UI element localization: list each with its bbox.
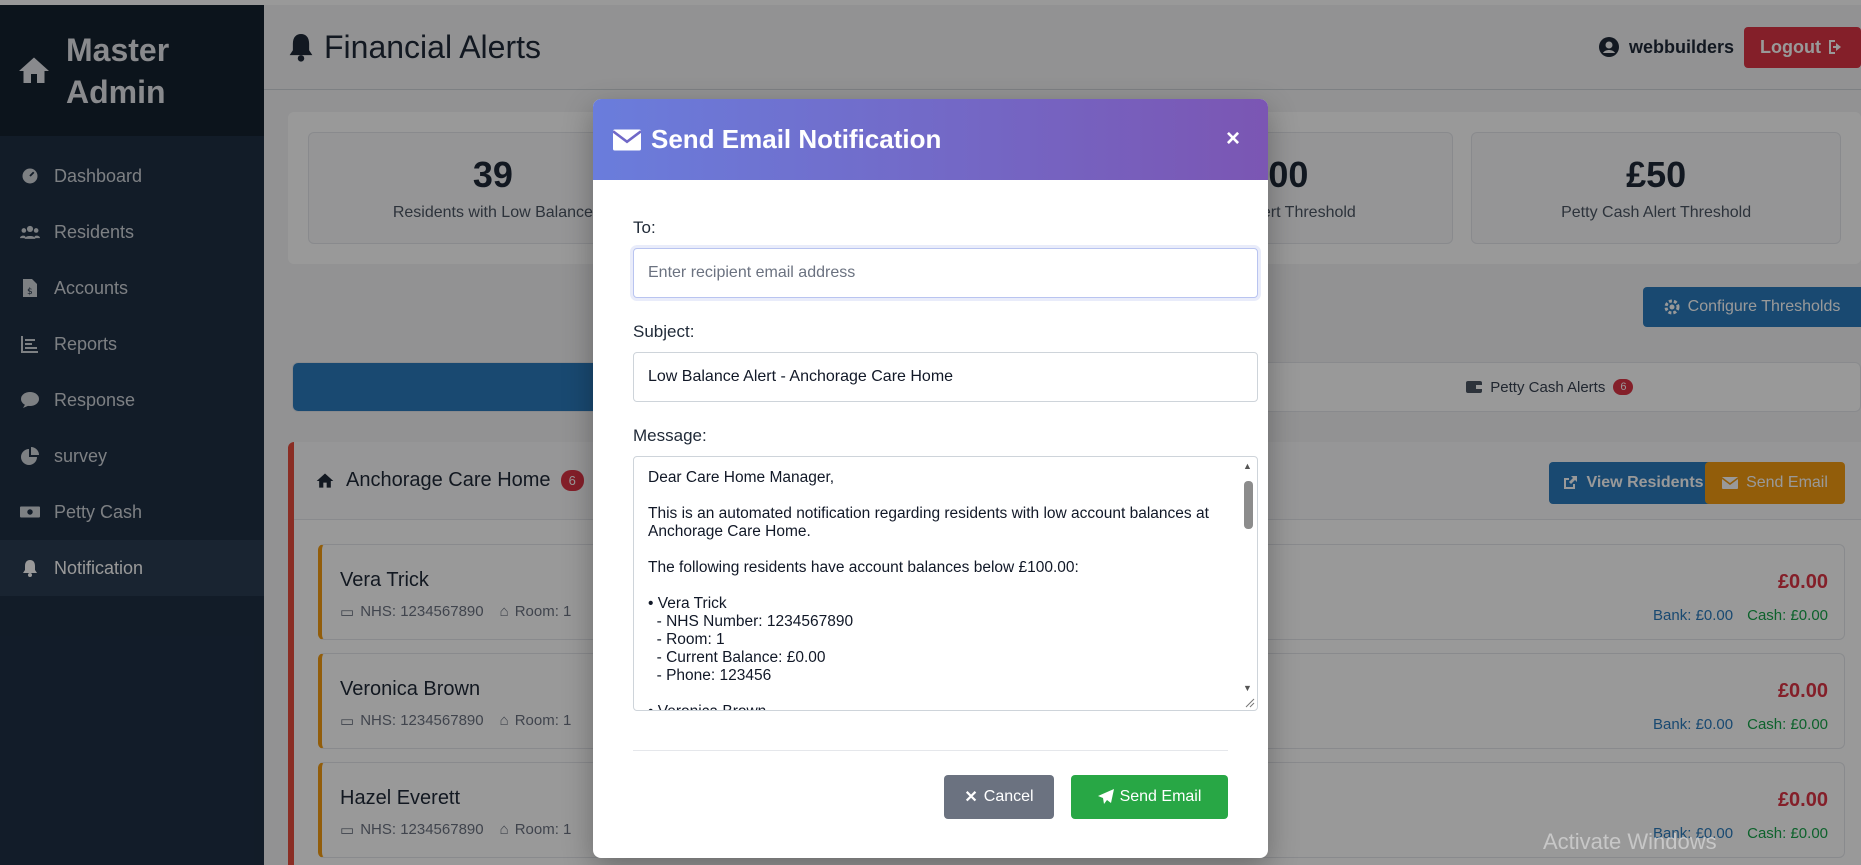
modal-body: To: Subject: Message: Dear Care Home Man…	[593, 180, 1268, 711]
send-email-submit-button[interactable]: Send Email	[1071, 775, 1228, 819]
textarea-scrollbar[interactable]: ▲ ▼	[1241, 459, 1255, 697]
modal-title: Send Email Notification	[651, 124, 942, 154]
activate-windows-watermark: Activate Windows	[1543, 829, 1717, 854]
cancel-label: Cancel	[983, 788, 1034, 805]
subject-label: Subject:	[633, 322, 695, 341]
resize-handle-icon[interactable]	[1243, 696, 1255, 708]
to-field-group: To:	[633, 218, 1258, 298]
send-email-modal: Send Email Notification × To: Subject: M…	[593, 99, 1268, 858]
paper-plane-icon	[1097, 789, 1114, 804]
to-label: To:	[633, 218, 656, 237]
modal-header: Send Email Notification ×	[593, 99, 1268, 180]
message-text: Dear Care Home Manager, This is an autom…	[648, 469, 1209, 710]
x-icon: ✕	[964, 789, 978, 806]
send-email-submit-label: Send Email	[1119, 788, 1202, 805]
envelope-icon	[613, 129, 641, 150]
message-field-group: Message: Dear Care Home Manager, This is…	[633, 426, 1258, 711]
message-textarea[interactable]: Dear Care Home Manager, This is an autom…	[633, 456, 1258, 711]
recipient-email-input[interactable]	[633, 248, 1258, 298]
cancel-button[interactable]: ✕ Cancel	[944, 775, 1054, 819]
subject-input[interactable]	[633, 352, 1258, 402]
scroll-up-icon[interactable]: ▲	[1243, 461, 1252, 471]
scroll-down-icon[interactable]: ▼	[1243, 683, 1252, 693]
message-label: Message:	[633, 426, 707, 445]
close-icon[interactable]: ×	[1226, 125, 1240, 153]
subject-field-group: Subject:	[633, 322, 1258, 402]
scroll-thumb[interactable]	[1244, 481, 1253, 529]
modal-footer: ✕ Cancel Send Email	[633, 750, 1228, 858]
